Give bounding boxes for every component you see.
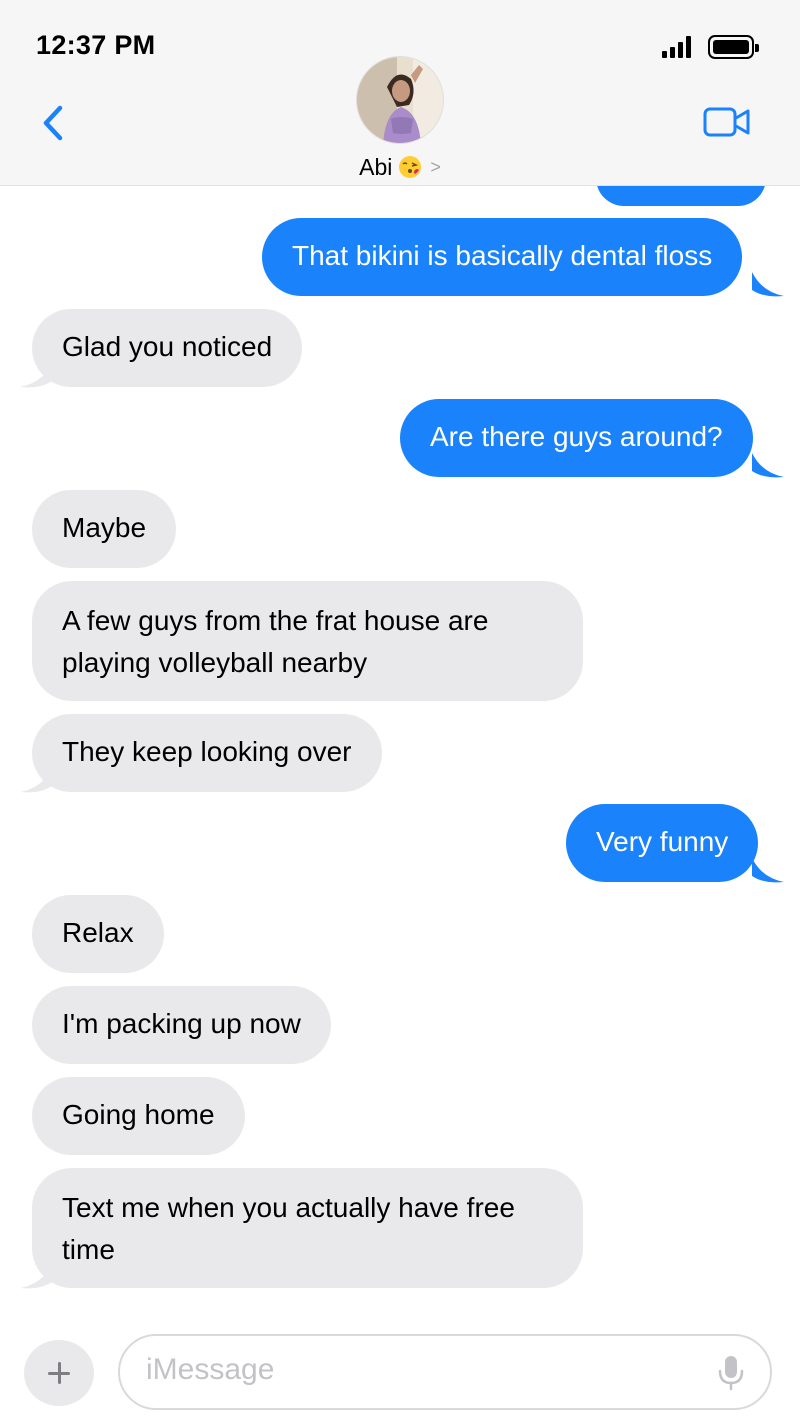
cellular-signal-icon (662, 36, 692, 58)
add-attachment-button[interactable] (24, 1340, 94, 1406)
message-bubble-outgoing[interactable]: Are there guys around? (400, 399, 753, 477)
contact-name: Abi (359, 154, 393, 180)
bubble-tail (20, 363, 52, 388)
message-bubble-incoming[interactable]: Glad you noticed (32, 309, 303, 387)
bubble-tail (752, 272, 784, 297)
back-button[interactable] (40, 104, 70, 144)
chevron-right-icon: > (430, 157, 441, 177)
dictation-button[interactable] (716, 1354, 746, 1392)
status-time: 12:37 PM (36, 30, 156, 60)
message-bubble-incoming[interactable]: Relax (32, 895, 164, 973)
message-bubble-incoming[interactable]: I'm packing up now (32, 986, 331, 1064)
face-blowing-kiss-icon (398, 155, 422, 179)
message-bubble-incoming[interactable]: Maybe (32, 490, 177, 568)
bubble-tail (752, 858, 784, 883)
bubble-tail (20, 768, 52, 793)
message-bubble-incoming[interactable]: They keep looking over (32, 714, 382, 792)
message-bubble-outgoing[interactable]: Very funny (566, 804, 759, 882)
battery-icon (708, 35, 759, 59)
conversation-header: 12:37 PM Abi > (0, 0, 800, 186)
contact-avatar[interactable] (356, 56, 444, 144)
message-bubble-incoming[interactable]: A few guys from the frat house are playi… (32, 581, 583, 701)
message-bubble-incoming[interactable]: Going home (32, 1077, 245, 1155)
video-camera-icon (703, 107, 750, 137)
message-input[interactable]: iMessage (118, 1334, 772, 1410)
message-bubble-incoming[interactable]: Text me when you actually have free time (32, 1168, 583, 1288)
microphone-icon (718, 1356, 744, 1391)
avatar-photo (357, 57, 443, 143)
facetime-video-button[interactable] (703, 106, 751, 138)
message-bubble-outgoing[interactable]: That bikini is basically dental floss (262, 218, 743, 296)
message-input-placeholder: iMessage (146, 1353, 275, 1386)
contact-name-button[interactable]: Abi > (300, 154, 500, 181)
bubble-tail (20, 1264, 52, 1289)
chevron-left-icon (43, 105, 63, 141)
bubble-tail (752, 453, 784, 478)
